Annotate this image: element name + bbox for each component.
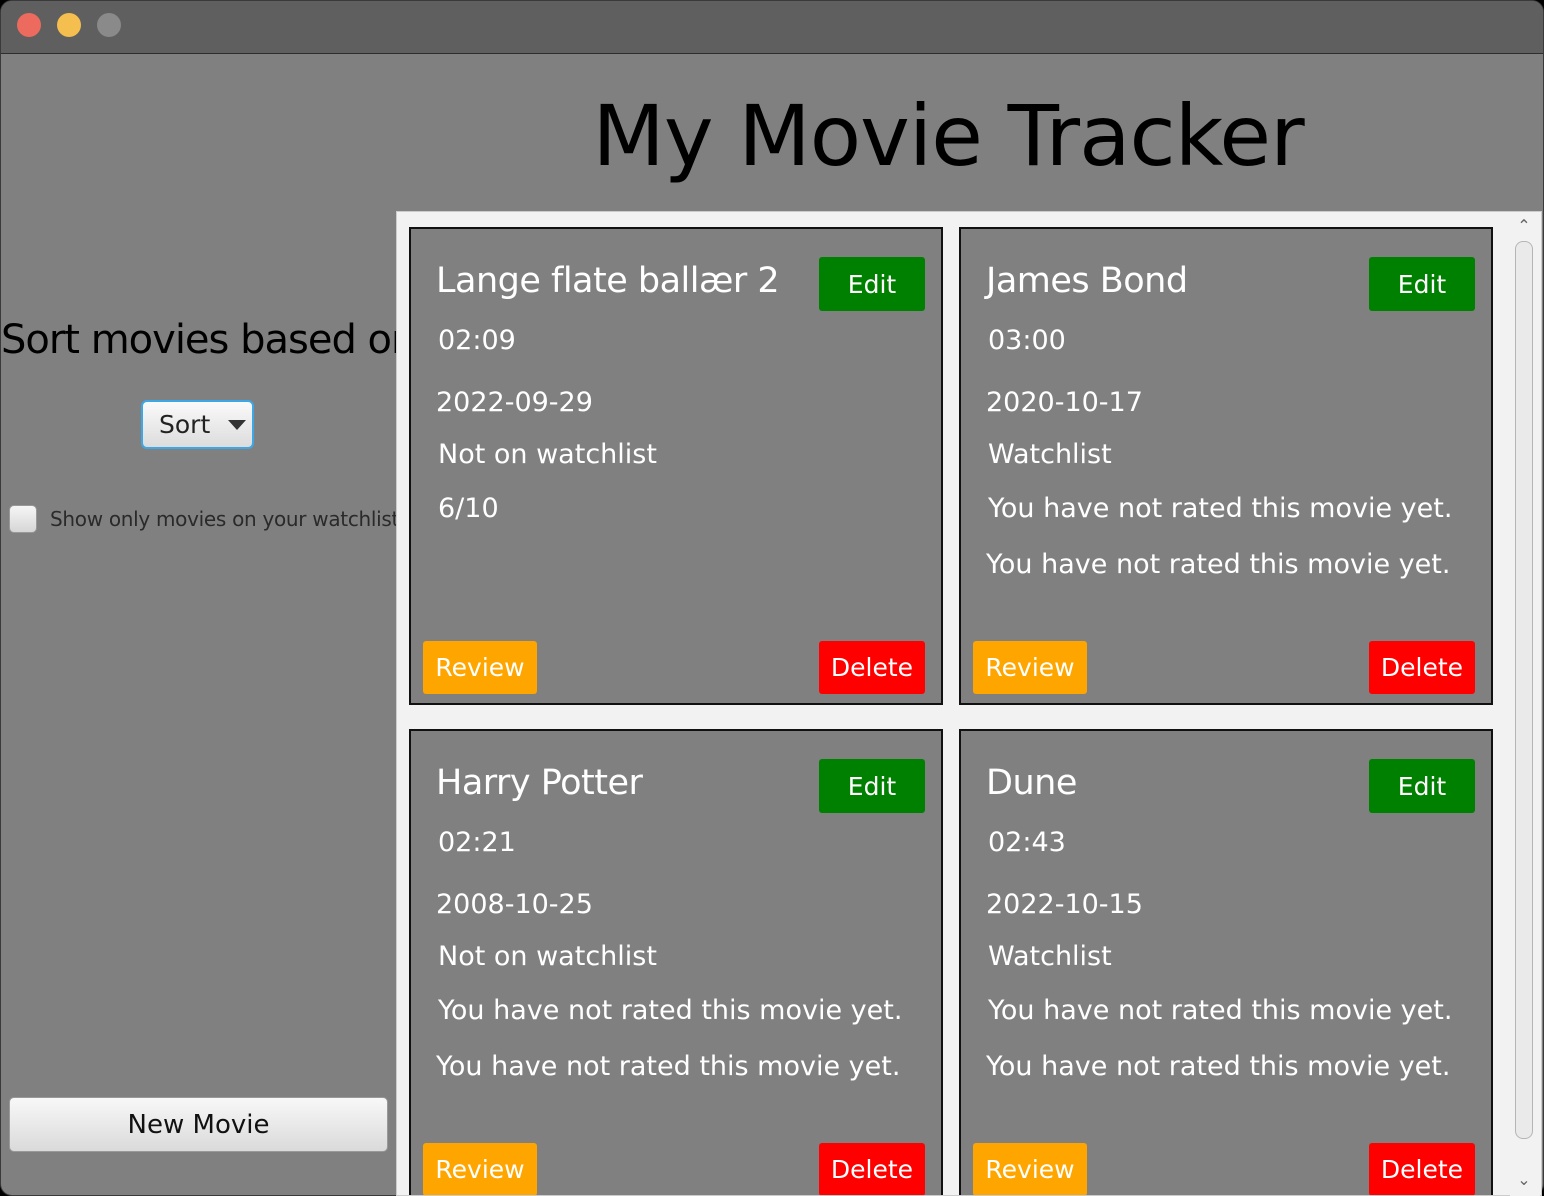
close-window-button[interactable]: [17, 13, 41, 37]
movie-card: Dune Edit 02:43 2022-10-15 Watchlist You have…: [959, 729, 1493, 1195]
movie-review: You have not rated this movie yet.: [986, 1051, 1451, 1082]
movie-title: Lange flate ballær 2: [436, 261, 780, 301]
movie-duration: 02:21: [438, 827, 516, 858]
review-button[interactable]: Review: [423, 1143, 537, 1195]
scroll-up-icon[interactable]: ⌃: [1514, 217, 1534, 235]
movie-title: Dune: [986, 763, 1077, 803]
movie-title: Harry Potter: [436, 763, 643, 803]
movie-card: Harry Potter Edit 02:21 2008-10-25 Not on wa…: [409, 729, 943, 1195]
watchlist-status: Not on watchlist: [438, 439, 657, 470]
review-button[interactable]: Review: [973, 641, 1087, 694]
movie-date: 2022-10-15: [986, 889, 1143, 920]
movie-duration: 02:09: [438, 325, 516, 356]
movie-duration: 02:43: [988, 827, 1066, 858]
delete-button[interactable]: Delete: [1369, 1143, 1475, 1195]
sort-heading: Sort movies based on:: [1, 317, 429, 363]
watchlist-status: Not on watchlist: [438, 941, 657, 972]
movie-date: 2020-10-17: [986, 387, 1143, 418]
sort-dropdown-button[interactable]: Sort: [141, 400, 254, 449]
movie-duration: 03:00: [988, 325, 1066, 356]
watchlist-filter[interactable]: Show only movies on your watchlist: [9, 505, 399, 533]
movie-review: You have not rated this movie yet.: [436, 1051, 901, 1082]
edit-button[interactable]: Edit: [1369, 257, 1475, 311]
movie-date: 2008-10-25: [436, 889, 593, 920]
movie-list[interactable]: Lange flate ballær 2 Edit 02:09 2022-09-29 N…: [396, 211, 1542, 1196]
chevron-down-icon: [228, 419, 247, 430]
movie-date: 2022-09-29: [436, 387, 593, 418]
edit-button[interactable]: Edit: [1369, 759, 1475, 813]
scrollbar[interactable]: ⌃ ⌄: [1510, 213, 1540, 1196]
delete-button[interactable]: Delete: [819, 641, 925, 694]
app-title: My Movie Tracker: [592, 87, 1304, 185]
watchlist-filter-label: Show only movies on your watchlist: [50, 507, 400, 531]
movie-review: You have not rated this movie yet.: [986, 549, 1451, 580]
movie-title: James Bond: [986, 261, 1188, 301]
movie-rating: You have not rated this movie yet.: [988, 493, 1453, 524]
movie-rating: You have not rated this movie yet.: [988, 995, 1453, 1026]
watchlist-filter-checkbox[interactable]: [9, 505, 37, 533]
sort-button-label: Sort: [159, 410, 211, 439]
scrollbar-thumb[interactable]: [1515, 241, 1533, 1139]
watchlist-status: Watchlist: [988, 941, 1112, 972]
edit-button[interactable]: Edit: [819, 257, 925, 311]
movie-card: James Bond Edit 03:00 2020-10-17 Watchlist Yo…: [959, 227, 1493, 705]
movie-card: Lange flate ballær 2 Edit 02:09 2022-09-29 N…: [409, 227, 943, 705]
movie-rating: 6/10: [438, 493, 499, 524]
minimize-window-button[interactable]: [57, 13, 81, 37]
watchlist-status: Watchlist: [988, 439, 1112, 470]
review-button[interactable]: Review: [973, 1143, 1087, 1195]
scroll-down-icon[interactable]: ⌄: [1514, 1171, 1534, 1189]
new-movie-button[interactable]: New Movie: [9, 1097, 388, 1152]
delete-button[interactable]: Delete: [819, 1143, 925, 1195]
movie-rating: You have not rated this movie yet.: [438, 995, 903, 1026]
title-bar: [1, 1, 1543, 54]
edit-button[interactable]: Edit: [819, 759, 925, 813]
review-button[interactable]: Review: [423, 641, 537, 694]
delete-button[interactable]: Delete: [1369, 641, 1475, 694]
maximize-window-button[interactable]: [97, 13, 121, 37]
